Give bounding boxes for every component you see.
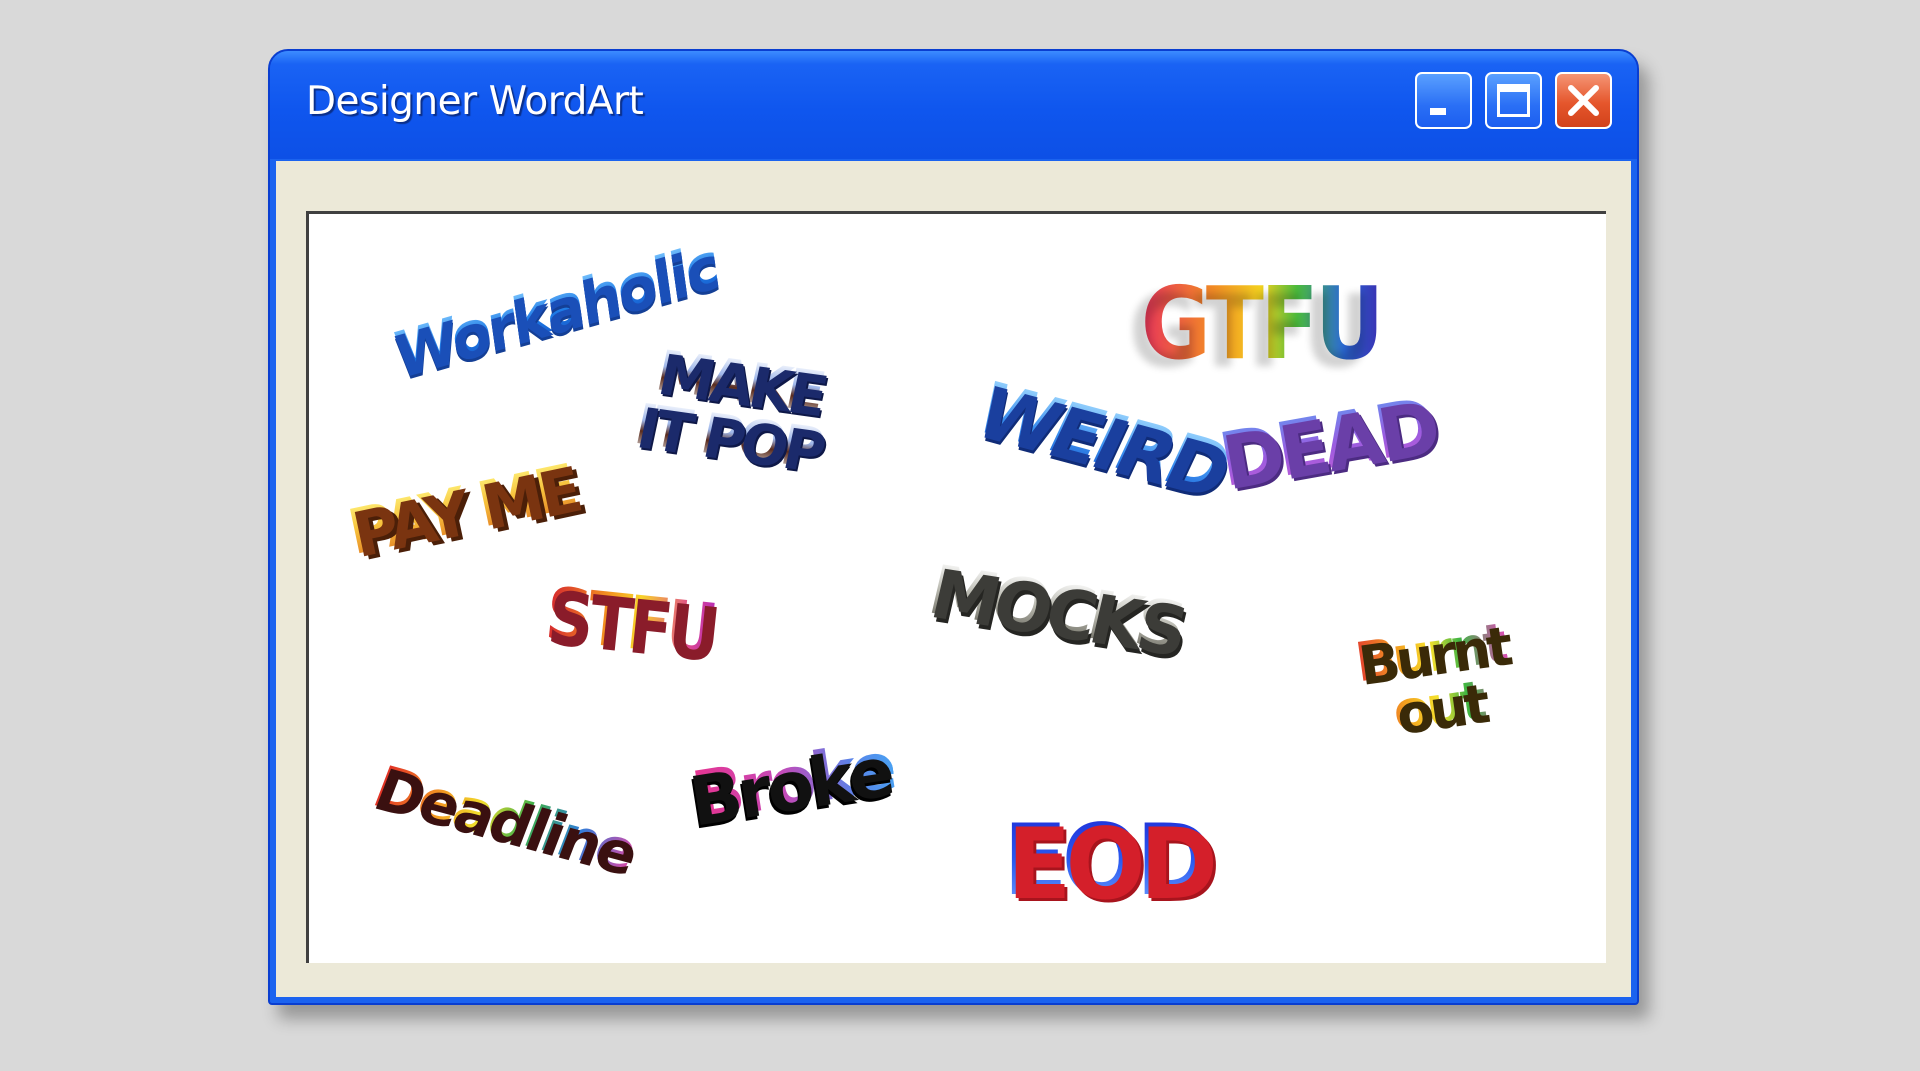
wordart-text: PAY ME — [341, 450, 581, 569]
wordart-eod[interactable]: EOD — [1003, 804, 1214, 918]
wordart-stfu[interactable]: STFU — [541, 571, 719, 675]
wordart-pay-me[interactable]: PAY ME — [341, 450, 581, 569]
wordart-mocks[interactable]: MOCKS — [921, 551, 1189, 668]
wordart-gtfu[interactable]: GTFU — [1141, 265, 1384, 382]
wordart-text: EOD — [1003, 804, 1214, 918]
wordart-text: DEAD — [1213, 382, 1440, 504]
wordart-text: MOCKS — [921, 551, 1189, 668]
wordart-make-it-pop[interactable]: MAKE IT POP — [629, 339, 836, 482]
wordart-burnt-out[interactable]: Burnt out — [1352, 611, 1516, 744]
client-area: Workaholic MAKE IT POP GTFU WEIRD DEAD P… — [276, 161, 1631, 997]
wordart-text: STFU — [541, 571, 719, 675]
wordart-weird[interactable]: WEIRD — [963, 366, 1242, 510]
wordart-text: GTFU — [1141, 265, 1384, 382]
wordart-text: WEIRD — [963, 366, 1242, 510]
minimize-icon — [1430, 108, 1446, 115]
maximize-button[interactable] — [1485, 72, 1542, 129]
close-button[interactable] — [1555, 72, 1612, 129]
wordart-text: Deadline — [364, 753, 645, 886]
wordart-deadline[interactable]: Deadline — [364, 753, 645, 886]
title-bar[interactable]: Designer WordArt — [270, 51, 1637, 159]
wordart-dead[interactable]: DEAD — [1213, 382, 1440, 504]
window-title: Designer WordArt — [306, 79, 644, 124]
maximize-icon — [1497, 84, 1530, 117]
minimize-button[interactable] — [1415, 72, 1472, 129]
wordart-text: Broke — [686, 727, 899, 838]
wordart-broke[interactable]: Broke — [686, 727, 899, 838]
close-icon — [1568, 85, 1599, 116]
wordart-gallery: Workaholic MAKE IT POP GTFU WEIRD DEAD P… — [306, 211, 1606, 963]
app-window: Designer WordArt Workaholic MAKE IT POP … — [268, 49, 1639, 1005]
